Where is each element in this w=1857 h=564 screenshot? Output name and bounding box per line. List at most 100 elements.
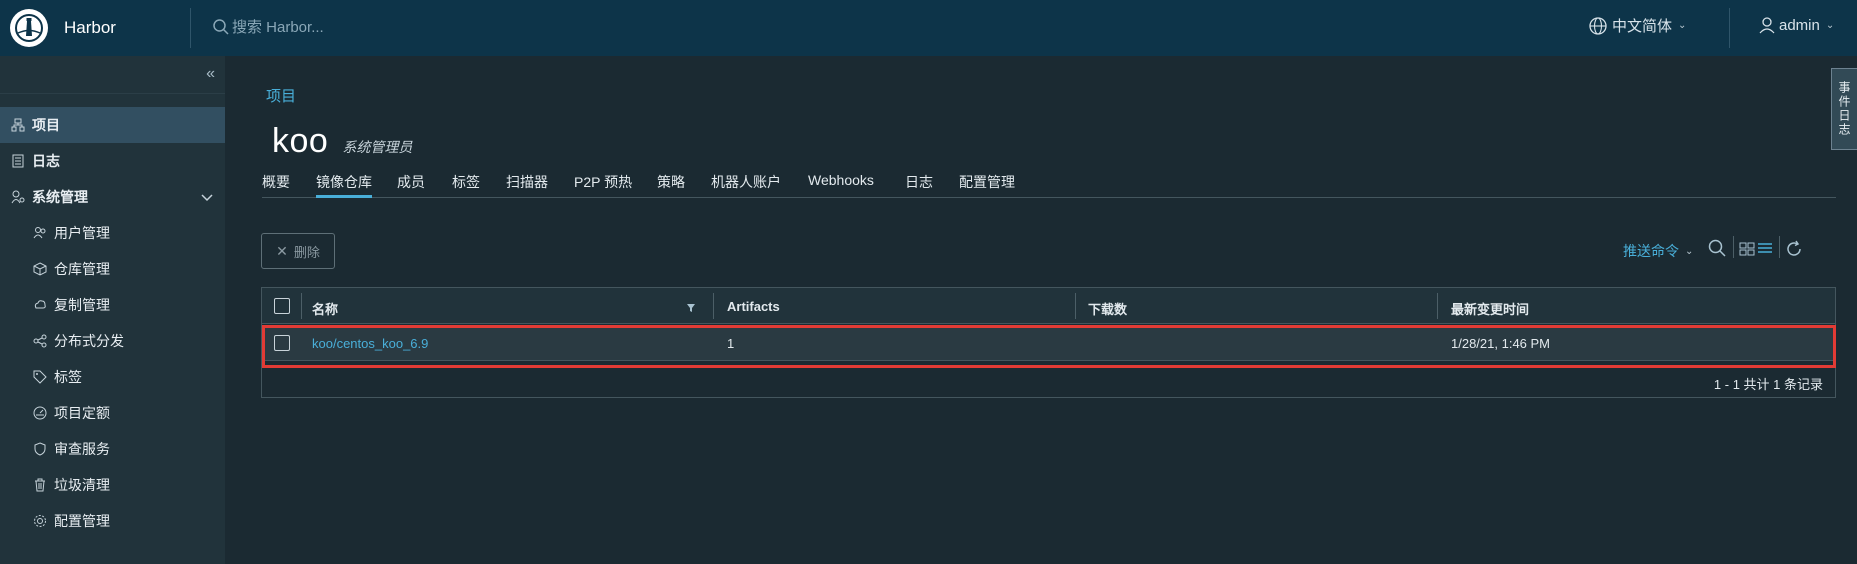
event-log-tab[interactable]: 事件日志 — [1831, 68, 1857, 150]
column-separator — [713, 293, 714, 319]
delete-label: 删除 — [293, 244, 320, 260]
sidebar-item-label: 审查服务 — [54, 441, 110, 457]
chevron-down-icon: ⌄ — [1685, 245, 1694, 257]
sidebar-item-label: 分布式分发 — [54, 333, 124, 349]
sidebar-item-configuration[interactable]: 配置管理 — [0, 503, 225, 539]
sidebar-item-label: 标签 — [54, 369, 82, 385]
sidebar-item-distributions[interactable]: 分布式分发 — [0, 323, 225, 359]
row-checkbox[interactable] — [274, 335, 290, 351]
registry-icon — [32, 261, 48, 277]
toolbar-divider — [1779, 236, 1780, 258]
sidebar-item-label: 配置管理 — [54, 513, 110, 529]
tab-repositories[interactable]: 镜像仓库 — [316, 172, 372, 198]
search-icon[interactable] — [1707, 238, 1727, 261]
artifacts-count: 1 — [727, 336, 735, 351]
top-header: Harbor 搜索 Harbor... 中文简体 ⌄ admin ⌄ — [0, 0, 1857, 56]
logs-icon — [10, 153, 26, 169]
role-label: 系统管理员 — [342, 139, 413, 155]
event-log-label: 事件日志 — [1837, 81, 1851, 137]
sidebar-item-label: 日志 — [32, 153, 60, 169]
refresh-icon[interactable] — [1785, 240, 1803, 261]
project-title-row: koo 系统管理员 — [272, 122, 412, 161]
column-separator — [1437, 293, 1438, 319]
push-command-dropdown[interactable]: 推送命令 ⌄ — [1623, 241, 1693, 261]
globe-icon — [1589, 16, 1607, 35]
sidebar-item-registries[interactable]: 仓库管理 — [0, 251, 225, 287]
project-tabs: 概要 镜像仓库 成员 标签 扫描器 P2P 预热 策略 机器人账户 Webhoo… — [262, 172, 1836, 198]
search-icon — [213, 18, 229, 35]
harbor-logo-icon — [10, 9, 48, 47]
brand[interactable]: Harbor — [0, 0, 190, 56]
column-separator — [301, 293, 302, 319]
sidebar-item-labels[interactable]: 标签 — [0, 359, 225, 395]
tab-scanner[interactable]: 扫描器 — [506, 172, 548, 198]
filter-icon[interactable] — [686, 301, 696, 316]
tab-logs[interactable]: 日志 — [905, 172, 933, 198]
sidebar-item-users[interactable]: 用户管理 — [0, 215, 225, 251]
update-time: 1/28/21, 1:46 PM — [1451, 336, 1551, 351]
close-icon: ✕ — [276, 242, 288, 259]
user-icon — [1759, 17, 1775, 34]
tab-webhooks[interactable]: Webhooks — [808, 172, 874, 198]
tab-members[interactable]: 成员 — [397, 172, 425, 198]
toolbar-divider — [1733, 236, 1734, 258]
shield-icon — [32, 441, 48, 457]
projects-icon — [10, 117, 26, 133]
sidebar-item-label: 复制管理 — [54, 297, 110, 313]
tab-configuration[interactable]: 配置管理 — [959, 172, 1015, 198]
sidebar-item-quotas[interactable]: 项目定额 — [0, 395, 225, 431]
trash-icon — [32, 477, 48, 493]
chevron-down-icon — [201, 189, 213, 205]
gear-icon — [32, 513, 48, 529]
sidebar-item-label: 项目 — [32, 117, 60, 133]
distribution-icon — [32, 333, 48, 349]
sidebar-item-label: 仓库管理 — [54, 261, 110, 277]
sidebar-item-replications[interactable]: 复制管理 — [0, 287, 225, 323]
table-row[interactable]: koo/centos_koo_6.9 1 1/28/21, 1:46 PM — [262, 325, 1835, 361]
tag-icon — [32, 369, 48, 385]
replication-icon — [32, 297, 48, 313]
column-header-artifacts[interactable]: Artifacts — [727, 299, 780, 314]
sidebar-item-logs[interactable]: 日志 — [0, 143, 225, 179]
delete-button[interactable]: ✕ 删除 — [261, 233, 335, 269]
column-header-pulls[interactable]: 下载数 — [1088, 299, 1127, 318]
header-divider — [190, 8, 191, 48]
brand-name: Harbor — [64, 18, 116, 37]
push-command-label: 推送命令 — [1623, 243, 1679, 259]
sidebar-item-label: 系统管理 — [32, 189, 88, 205]
page-title: koo — [272, 122, 329, 160]
pagination-summary: 1 - 1 共计 1 条记录 — [1713, 377, 1823, 392]
select-all-checkbox[interactable] — [274, 298, 290, 314]
card-view-icon[interactable] — [1739, 242, 1755, 259]
quota-icon — [32, 405, 48, 421]
sidebar-item-interrogation[interactable]: 审查服务 — [0, 431, 225, 467]
search-placeholder: 搜索 Harbor... — [232, 19, 324, 36]
language-selector[interactable]: 中文简体 ⌄ — [1588, 15, 1686, 36]
system-admin-icon — [10, 189, 26, 205]
tab-summary[interactable]: 概要 — [262, 172, 290, 198]
tab-p2p-preheat[interactable]: P2P 预热 — [574, 172, 632, 198]
breadcrumb[interactable]: 项目 — [266, 85, 296, 106]
repository-name-link[interactable]: koo/centos_koo_6.9 — [312, 336, 428, 351]
column-separator — [1075, 293, 1076, 319]
user-menu[interactable]: admin ⌄ — [1757, 15, 1834, 35]
sidebar-item-label: 用户管理 — [54, 225, 110, 241]
column-header-updated[interactable]: 最新变更时间 — [1451, 299, 1529, 318]
table-header: 名称 Artifacts 下载数 最新变更时间 — [262, 288, 1835, 324]
list-view-icon[interactable] — [1757, 242, 1773, 259]
sidebar-item-projects[interactable]: 项目 — [0, 107, 225, 143]
sidebar-item-gc[interactable]: 垃圾清理 — [0, 467, 225, 503]
tab-policy[interactable]: 策略 — [657, 172, 685, 198]
tab-robot-accounts[interactable]: 机器人账户 — [711, 172, 781, 198]
chevron-down-icon: ⌄ — [1825, 19, 1835, 31]
global-search[interactable]: 搜索 Harbor... — [212, 16, 324, 37]
repositories-table: 名称 Artifacts 下载数 最新变更时间 koo/centos_koo_6… — [261, 287, 1836, 398]
language-label: 中文简体 — [1612, 18, 1673, 35]
sidebar-item-system-admin[interactable]: 系统管理 — [0, 179, 225, 215]
tab-labels[interactable]: 标签 — [452, 172, 480, 198]
collapse-sidebar-icon[interactable]: « — [206, 65, 215, 83]
user-name: admin — [1779, 16, 1820, 34]
sidebar-item-label: 项目定额 — [54, 405, 110, 421]
sidebar-collapse-row: « — [0, 56, 225, 94]
column-header-name[interactable]: 名称 — [312, 299, 338, 318]
